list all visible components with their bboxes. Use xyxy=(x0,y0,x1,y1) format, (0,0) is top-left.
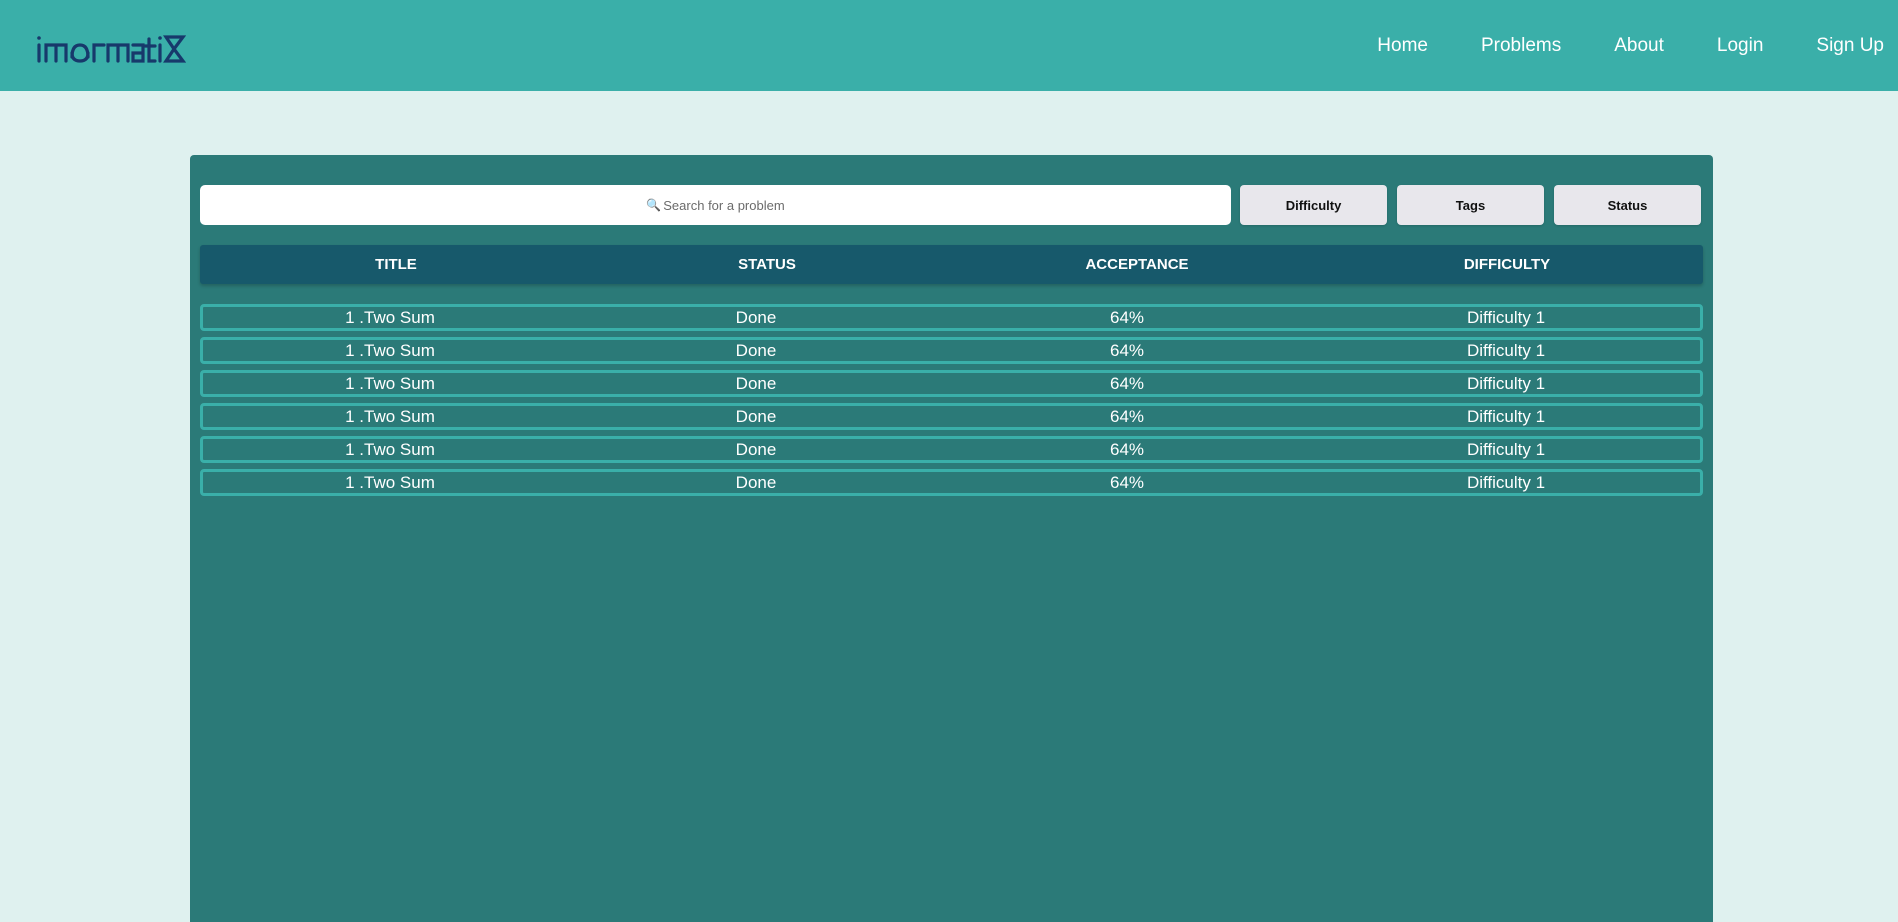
nav-links: Home Problems About Login Sign Up xyxy=(1324,0,1898,91)
column-header-title[interactable]: TITLE xyxy=(246,245,546,284)
problem-title[interactable]: 1 .Two Sum xyxy=(240,373,540,394)
problem-title[interactable]: 1 .Two Sum xyxy=(240,406,540,427)
problem-acceptance: 64% xyxy=(1109,341,1145,360)
problem-acceptance: 64% xyxy=(1109,374,1145,393)
problem-acceptance: 64% xyxy=(1109,308,1145,327)
problem-status: Done xyxy=(735,473,777,492)
table-row[interactable]: 1 .Two Sum Done 64% Difficulty 1 xyxy=(200,436,1703,463)
problem-status: Done xyxy=(735,440,777,459)
problem-title[interactable]: 1 .Two Sum xyxy=(240,439,540,460)
problem-title[interactable]: 1 .Two Sum xyxy=(240,307,540,328)
problem-status: Done xyxy=(735,308,777,327)
problem-difficulty: Difficulty 1 xyxy=(1466,341,1546,360)
problem-title[interactable]: 1 .Two Sum xyxy=(240,340,540,361)
nav-link-signup[interactable]: Sign Up xyxy=(1816,35,1884,57)
problem-status: Done xyxy=(735,341,777,360)
problems-panel: 🔍 Search for a problem Difficulty Tags S… xyxy=(190,155,1713,922)
navbar: Home Problems About Login Sign Up xyxy=(0,0,1898,91)
nav-link-about[interactable]: About xyxy=(1614,35,1664,57)
column-header-status[interactable]: STATUS xyxy=(617,245,917,284)
problem-status: Done xyxy=(735,374,777,393)
problem-difficulty: Difficulty 1 xyxy=(1466,407,1546,426)
table-row[interactable]: 1 .Two Sum Done 64% Difficulty 1 xyxy=(200,403,1703,430)
table-row[interactable]: 1 .Two Sum Done 64% Difficulty 1 xyxy=(200,304,1703,331)
problem-title[interactable]: 1 .Two Sum xyxy=(240,472,540,493)
problem-list: 1 .Two Sum Done 64% Difficulty 1 1 .Two … xyxy=(200,304,1703,502)
column-header-difficulty[interactable]: DIFFICULTY xyxy=(1357,245,1657,284)
problem-acceptance: 64% xyxy=(1109,473,1145,492)
problem-difficulty: Difficulty 1 xyxy=(1466,440,1546,459)
difficulty-filter-button[interactable]: Difficulty xyxy=(1240,185,1387,225)
problem-difficulty: Difficulty 1 xyxy=(1466,473,1546,492)
nav-link-home[interactable]: Home xyxy=(1377,35,1428,57)
problem-status: Done xyxy=(735,407,777,426)
table-row[interactable]: 1 .Two Sum Done 64% Difficulty 1 xyxy=(200,469,1703,496)
problem-acceptance: 64% xyxy=(1109,407,1145,426)
search-placeholder: Search for a problem xyxy=(663,197,785,213)
status-filter-button[interactable]: Status xyxy=(1554,185,1701,225)
table-row[interactable]: 1 .Two Sum Done 64% Difficulty 1 xyxy=(200,370,1703,397)
table-row[interactable]: 1 .Two Sum Done 64% Difficulty 1 xyxy=(200,337,1703,364)
problem-difficulty: Difficulty 1 xyxy=(1466,374,1546,393)
table-header: TITLE STATUS ACCEPTANCE DIFFICULTY xyxy=(200,245,1703,284)
search-input[interactable]: 🔍 Search for a problem xyxy=(200,185,1231,225)
column-header-acceptance[interactable]: ACCEPTANCE xyxy=(987,245,1287,284)
tags-filter-button[interactable]: Tags xyxy=(1397,185,1544,225)
nav-link-login[interactable]: Login xyxy=(1717,35,1764,57)
problem-difficulty: Difficulty 1 xyxy=(1466,308,1546,327)
logo-icon xyxy=(37,35,186,63)
magnifier-icon: 🔍 xyxy=(646,198,662,212)
site-logo[interactable] xyxy=(36,34,186,64)
nav-link-problems[interactable]: Problems xyxy=(1481,35,1561,57)
problem-acceptance: 64% xyxy=(1109,440,1145,459)
